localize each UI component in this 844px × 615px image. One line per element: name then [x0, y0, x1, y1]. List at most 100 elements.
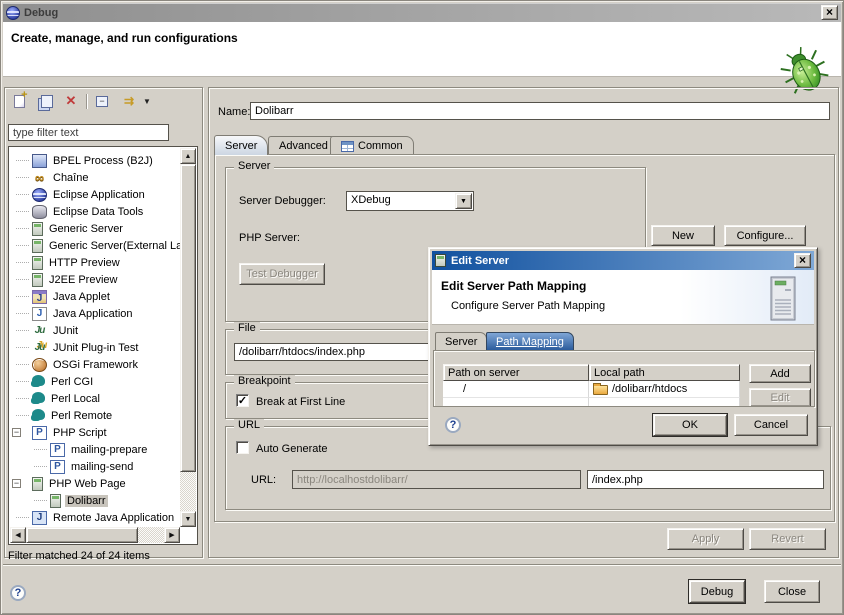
tab-server-label: Server — [225, 140, 257, 152]
tree-item[interactable]: − Perl Remote — [10, 407, 180, 424]
tree-item[interactable]: − Java Application — [10, 305, 180, 322]
tree-item[interactable]: − Generic Server(External La — [10, 237, 180, 254]
tree-item-icon — [32, 188, 47, 202]
tree-item-icon — [32, 154, 47, 168]
tree-expander-icon[interactable]: − — [12, 428, 21, 437]
tree-expander-icon[interactable]: − — [12, 479, 21, 488]
cancel-button[interactable]: Cancel — [734, 414, 808, 436]
tree-item[interactable]: − Java Applet — [10, 288, 180, 305]
filter-icon[interactable]: ⇉ — [117, 92, 139, 110]
tree-item[interactable]: − Eclipse Application — [10, 186, 180, 203]
table-row[interactable]: / /dolibarr/htdocs — [443, 381, 740, 398]
tree-item-icon — [32, 290, 47, 304]
tree-item[interactable]: − PHP Web Page — [10, 475, 180, 492]
help-icon[interactable]: ? — [10, 585, 26, 601]
window-titlebar[interactable]: Debug × — [3, 3, 841, 22]
collapse-all-icon[interactable]: − — [91, 92, 113, 110]
tree-item[interactable]: − Dolibarr — [10, 492, 180, 509]
tree-item[interactable]: − Generic Server — [10, 220, 180, 237]
tree-item[interactable]: − Perl CGI — [10, 373, 180, 390]
banner: Create, manage, and run configurations — [3, 22, 841, 77]
tree-item[interactable]: − J2EE Preview — [10, 271, 180, 288]
tab-advanced[interactable]: Advanced — [268, 136, 339, 155]
tree-item[interactable]: − Perl Local — [10, 390, 180, 407]
url-path-input[interactable]: /index.php — [587, 470, 824, 489]
tree-item-label: Generic Server — [47, 223, 125, 235]
configure-server-button[interactable]: Configure... — [724, 225, 806, 246]
dialog-tab-server[interactable]: Server — [435, 332, 487, 350]
tree-item-icon — [32, 256, 43, 270]
tree-item-label: PHP Script — [51, 427, 109, 439]
vertical-scroll-thumb[interactable] — [180, 164, 196, 472]
column-header-local-path[interactable]: Local path — [589, 364, 740, 381]
tree-horizontal-scrollbar[interactable]: ◀ ▶ — [10, 527, 180, 543]
tree-item-label: Perl Remote — [49, 410, 114, 422]
new-server-button[interactable]: New — [651, 225, 715, 246]
filter-dropdown-icon[interactable]: ▼ — [143, 97, 151, 106]
base-url-value: http://localhostdolibarr/ — [297, 474, 408, 486]
close-button[interactable]: Close — [764, 580, 820, 603]
tree-item[interactable]: − HTTP Preview — [10, 254, 180, 271]
edit-server-heading: Edit Server Path Mapping — [432, 270, 814, 293]
edit-mapping-button[interactable]: Edit — [749, 388, 811, 407]
tree-item-icon — [32, 341, 47, 355]
filter-input-value: type filter text — [13, 127, 78, 139]
horizontal-scroll-thumb[interactable] — [26, 527, 138, 543]
tree-item[interactable]: − Chaîne — [10, 169, 180, 186]
tree-item-icon — [32, 511, 47, 525]
scroll-down-icon[interactable]: ▼ — [180, 511, 196, 527]
tree-item-label: Remote Java Application — [51, 512, 176, 524]
window-close-button[interactable]: × — [821, 5, 838, 20]
new-configuration-icon[interactable] — [8, 92, 30, 110]
tree-item-label: PHP Web Page — [47, 478, 128, 490]
scroll-left-icon[interactable]: ◀ — [10, 527, 26, 543]
revert-button[interactable]: Revert — [749, 528, 826, 550]
server-icon — [435, 254, 446, 267]
tree-item[interactable]: − JUnit Plug-in Test — [10, 339, 180, 356]
tab-server[interactable]: Server — [214, 135, 268, 155]
name-input-value: Dolibarr — [255, 105, 294, 117]
duplicate-configuration-icon[interactable] — [34, 92, 56, 110]
name-input[interactable]: Dolibarr — [250, 102, 830, 120]
filter-input[interactable]: type filter text — [8, 124, 169, 141]
edit-server-close-button[interactable]: × — [794, 253, 811, 268]
break-first-line-checkbox[interactable]: ✓ — [236, 394, 249, 407]
edit-server-subheading: Configure Server Path Mapping — [432, 293, 814, 312]
tree-item[interactable]: − mailing-send — [10, 458, 180, 475]
tree-item-icon — [50, 494, 61, 508]
tree-item-icon — [32, 392, 45, 403]
scroll-up-icon[interactable]: ▲ — [180, 148, 196, 164]
ok-button[interactable]: OK — [653, 414, 727, 436]
tree-items: − BPEL Process (B2J) − Chaîne − Eclipse … — [10, 148, 180, 527]
auto-generate-label: Auto Generate — [256, 443, 328, 455]
test-debugger-button[interactable]: Test Debugger — [239, 263, 325, 285]
checkmark-icon: ✓ — [238, 394, 247, 407]
delete-configuration-icon[interactable]: ✕ — [60, 92, 82, 110]
auto-generate-checkbox[interactable] — [236, 441, 249, 454]
dialog-tab-path-mapping[interactable]: Path Mapping — [486, 332, 574, 350]
tree-item[interactable]: − BPEL Process (B2J) — [10, 152, 180, 169]
url-group-legend: URL — [234, 419, 264, 431]
tab-common[interactable]: Common — [330, 136, 414, 155]
tree-item[interactable]: − mailing-prepare — [10, 441, 180, 458]
server-debugger-combo[interactable]: XDebug ▼ — [346, 191, 474, 211]
tree-item[interactable]: − JUnit — [10, 322, 180, 339]
folder-icon — [593, 385, 608, 395]
dialog-tab-server-label: Server — [445, 336, 477, 348]
dialog-help-icon[interactable]: ? — [445, 417, 461, 433]
tree-vertical-scrollbar[interactable]: ▲ ▼ — [180, 148, 196, 527]
sidebar-toolbar: ✕ − ⇉ ▼ — [8, 92, 151, 110]
add-mapping-button[interactable]: Add — [749, 364, 811, 383]
tree-item[interactable]: − Eclipse Data Tools — [10, 203, 180, 220]
filter-status-text: Filter matched 24 of 24 items — [8, 550, 150, 562]
tree-item[interactable]: − Remote Java Application — [10, 509, 180, 526]
tree-item[interactable]: − OSGi Framework — [10, 356, 180, 373]
combo-dropdown-icon[interactable]: ▼ — [455, 193, 472, 209]
tree-item[interactable]: − PHP Script — [10, 424, 180, 441]
apply-button[interactable]: Apply — [667, 528, 744, 550]
column-header-path-on-server[interactable]: Path on server — [443, 364, 589, 381]
scroll-right-icon[interactable]: ▶ — [164, 527, 180, 543]
edit-server-titlebar[interactable]: Edit Server × — [432, 251, 814, 270]
debug-button[interactable]: Debug — [689, 580, 745, 603]
tree-item-label: JUnit — [51, 325, 80, 337]
